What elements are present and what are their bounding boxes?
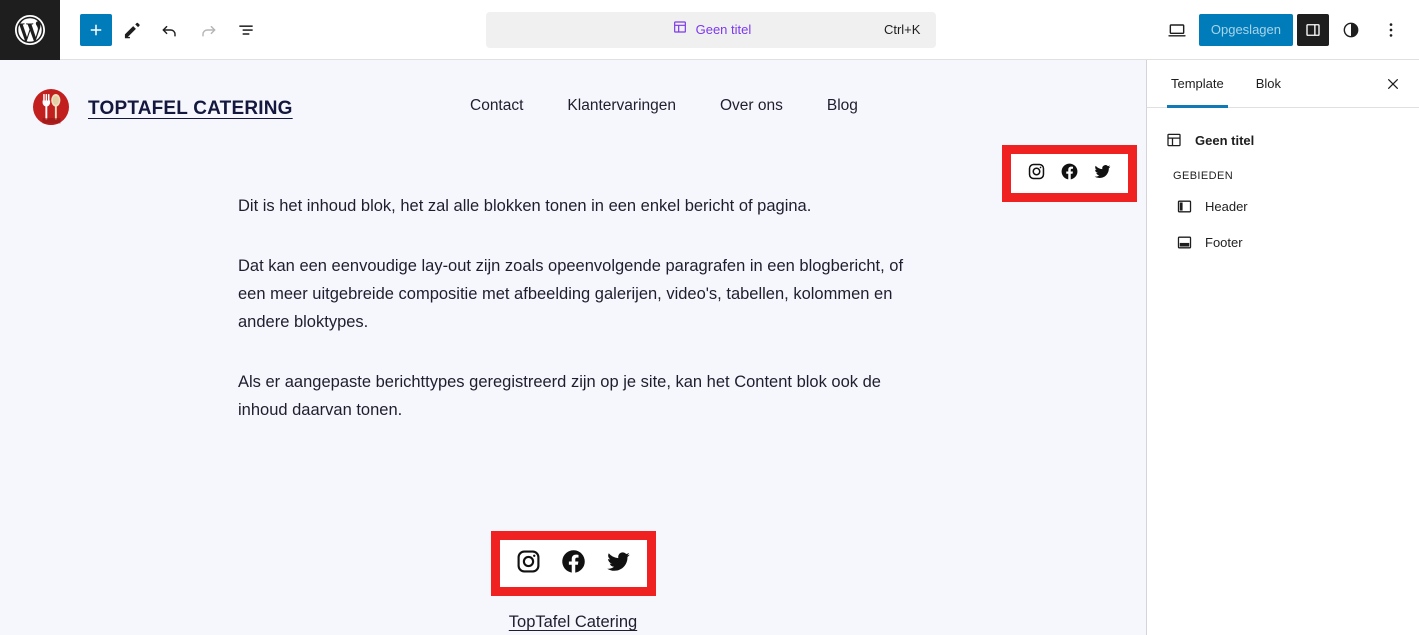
header-social-highlight-box bbox=[1002, 145, 1137, 202]
view-desktop-button[interactable] bbox=[1159, 12, 1195, 48]
site-branding[interactable]: TOPTAFEL CATERING bbox=[0, 86, 293, 132]
list-view-icon bbox=[239, 24, 253, 35]
wordpress-logo-button[interactable] bbox=[0, 0, 60, 60]
site-header-block[interactable]: TOPTAFEL CATERING Contact Klantervaringe… bbox=[0, 60, 1146, 152]
sidebar-tabs: Template Blok bbox=[1147, 60, 1419, 108]
add-block-button[interactable] bbox=[80, 13, 112, 46]
sidebar-template-row[interactable]: Geen titel bbox=[1147, 122, 1419, 158]
footer-social-highlight-box bbox=[491, 531, 656, 596]
command-bar-title: Geen titel bbox=[695, 22, 752, 37]
redo-button[interactable] bbox=[190, 12, 226, 48]
sidebar-area-footer-label: Footer bbox=[1205, 234, 1243, 250]
undo-icon bbox=[162, 25, 176, 37]
styles-button[interactable] bbox=[1333, 12, 1369, 48]
command-bar-shortcut: Ctrl+K bbox=[883, 22, 921, 37]
site-editor-app: Geen titel Ctrl+K Opgeslagen TOPTAFEL CA… bbox=[0, 0, 1419, 635]
nav-item-klantervaringen[interactable]: Klantervaringen bbox=[567, 97, 676, 115]
more-options-button[interactable] bbox=[1373, 12, 1409, 48]
tab-blok[interactable]: Blok bbox=[1240, 60, 1297, 108]
template-icon bbox=[672, 19, 688, 40]
toolbar-center-group: Geen titel Ctrl+K bbox=[264, 11, 1159, 48]
site-logo-icon bbox=[28, 86, 74, 132]
content-paragraph[interactable]: Dat kan een eenvoudige lay-out zijn zoal… bbox=[238, 252, 905, 336]
site-navigation[interactable]: Contact Klantervaringen Over ons Blog bbox=[470, 60, 858, 152]
sidebar-areas-label: GEBIEDEN bbox=[1173, 170, 1234, 182]
nav-item-over-ons[interactable]: Over ons bbox=[720, 97, 783, 115]
list-view-button[interactable] bbox=[228, 12, 264, 48]
facebook-icon[interactable] bbox=[1060, 162, 1079, 186]
desktop-icon bbox=[1168, 23, 1186, 37]
edit-tool-button[interactable] bbox=[114, 12, 150, 48]
plus-icon bbox=[90, 24, 102, 35]
content-block[interactable]: Dit is het inhoud blok, het zal alle blo… bbox=[0, 152, 905, 424]
sidebar-panel-icon bbox=[1306, 23, 1320, 36]
redo-icon bbox=[202, 25, 216, 37]
footer-social-links[interactable] bbox=[515, 548, 632, 580]
close-icon bbox=[1388, 78, 1398, 89]
close-sidebar-button[interactable] bbox=[1377, 68, 1409, 100]
editor-toolbar: Geen titel Ctrl+K Opgeslagen bbox=[0, 0, 1419, 60]
sidebar-area-header-label: Header bbox=[1205, 198, 1248, 214]
editor-body: TOPTAFEL CATERING Contact Klantervaringe… bbox=[0, 60, 1419, 635]
template-canvas[interactable]: TOPTAFEL CATERING Contact Klantervaringe… bbox=[0, 60, 1147, 635]
twitter-icon[interactable] bbox=[605, 548, 632, 580]
nav-item-blog[interactable]: Blog bbox=[827, 97, 858, 115]
toolbar-right-group: Opgeslagen bbox=[1159, 12, 1419, 48]
content-paragraph[interactable]: Als er aangepaste berichttypes geregistr… bbox=[238, 368, 905, 424]
sidebar-template-name: Geen titel bbox=[1195, 132, 1255, 148]
sidebar-content: Geen titel GEBIEDEN Header Footer bbox=[1147, 108, 1419, 260]
template-icon bbox=[1163, 129, 1185, 151]
three-dots-vertical-icon bbox=[1389, 22, 1393, 37]
header-area-icon bbox=[1173, 195, 1195, 217]
content-paragraph[interactable]: Dit is het inhoud blok, het zal alle blo… bbox=[238, 192, 905, 220]
header-social-links[interactable] bbox=[1027, 162, 1112, 186]
settings-sidebar: Template Blok Geen titel GEBIEDEN Header… bbox=[1147, 60, 1419, 635]
footer-area-icon bbox=[1173, 231, 1195, 253]
command-bar[interactable]: Geen titel Ctrl+K bbox=[486, 11, 937, 48]
nav-item-contact[interactable]: Contact bbox=[470, 97, 523, 115]
command-bar-content: Geen titel bbox=[672, 19, 752, 40]
footer-site-link[interactable]: TopTafel Catering bbox=[509, 613, 637, 632]
wordpress-logo-icon bbox=[12, 12, 48, 48]
settings-sidebar-toggle[interactable] bbox=[1297, 13, 1329, 46]
sidebar-area-footer[interactable]: Footer bbox=[1147, 224, 1419, 260]
instagram-icon[interactable] bbox=[515, 548, 542, 580]
sidebar-area-header[interactable]: Header bbox=[1147, 188, 1419, 224]
instagram-icon[interactable] bbox=[1027, 162, 1046, 186]
toolbar-left-group bbox=[60, 12, 264, 48]
tab-template[interactable]: Template bbox=[1155, 60, 1240, 108]
facebook-icon[interactable] bbox=[560, 548, 587, 580]
pencil-icon bbox=[124, 22, 140, 38]
site-title[interactable]: TOPTAFEL CATERING bbox=[88, 98, 293, 120]
undo-button[interactable] bbox=[152, 12, 188, 48]
contrast-icon bbox=[1343, 22, 1359, 37]
twitter-icon[interactable] bbox=[1093, 162, 1112, 186]
save-button[interactable]: Opgeslagen bbox=[1198, 13, 1293, 46]
